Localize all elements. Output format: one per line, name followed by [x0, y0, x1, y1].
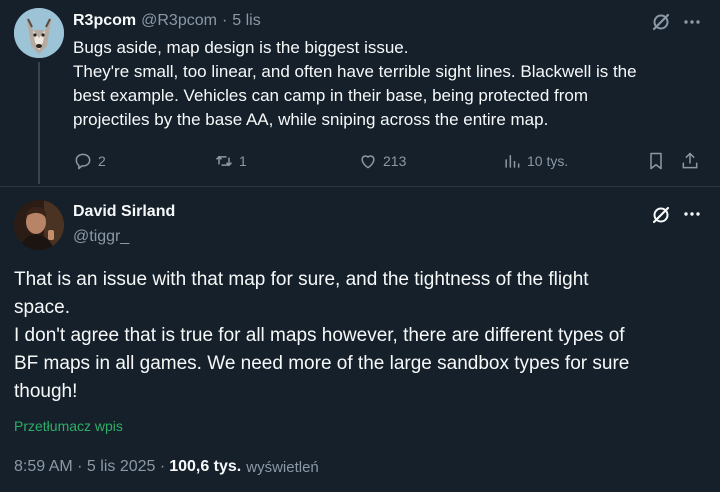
reply-button[interactable]: 2	[73, 150, 106, 172]
repost-button[interactable]: 1	[214, 150, 247, 172]
views-total[interactable]: 100,6 tys.	[169, 458, 241, 476]
bookmark-icon	[646, 151, 666, 171]
reply-time[interactable]: 5 lis	[232, 12, 260, 30]
reply-text-line: projectiles by the base AA, while snipin…	[73, 110, 549, 129]
reply-body: Bugs aside, map design is the biggest is…	[73, 36, 713, 132]
share-button[interactable]	[680, 150, 700, 172]
timestamp[interactable]: 8:59 AM · 5 lis 2025 ·	[14, 458, 165, 476]
repost-icon	[214, 151, 234, 171]
more-icon[interactable]	[682, 12, 702, 32]
grok-icon[interactable]	[651, 205, 671, 225]
views-count: 10 tys.	[527, 153, 569, 169]
like-count: 213	[383, 153, 407, 169]
translate-link[interactable]: Przetłumacz wpis	[14, 418, 123, 434]
grok-icon[interactable]	[651, 12, 671, 32]
main-text-line: I don't agree that is true for all maps …	[14, 325, 625, 346]
main-author-name[interactable]: David Sirland	[73, 203, 175, 221]
avatar[interactable]	[14, 200, 64, 250]
bookmark-button[interactable]	[646, 150, 666, 172]
main-text-line: though!	[14, 381, 78, 402]
reply-tweet[interactable]: R3pcom @R3pcom · 5 lis Bugs aside, map d…	[0, 0, 720, 186]
separator-dot: ·	[221, 12, 228, 29]
avatar[interactable]	[14, 8, 64, 58]
main-text-line: space.	[14, 297, 70, 318]
reply-text-line: best example. Vehicles can camp in their…	[73, 86, 589, 105]
like-button[interactable]: 213	[358, 150, 406, 172]
tweet-meta: 8:59 AM · 5 lis 2025 · 100,6 tys. wyświe…	[14, 458, 319, 476]
more-icon[interactable]	[682, 204, 702, 224]
repost-count: 1	[239, 153, 247, 169]
like-icon	[358, 151, 378, 171]
main-author-handle[interactable]: @tiggr_	[73, 228, 129, 246]
main-body: That is an issue with that map for sure,…	[14, 266, 714, 406]
share-icon	[680, 151, 700, 171]
divider	[0, 186, 720, 187]
reply-icon	[73, 151, 93, 171]
views-icon	[502, 151, 522, 171]
reply-text-line: They're small, too linear, and often hav…	[73, 62, 637, 81]
reply-text-line: Bugs aside, map design is the biggest is…	[73, 38, 409, 57]
reply-author-name[interactable]: R3pcom	[73, 12, 136, 30]
main-text-line: BF maps in all games. We need more of th…	[14, 353, 630, 374]
reply-action-bar: 2 1 213 10 tys.	[0, 150, 720, 172]
views-button[interactable]: 10 tys.	[502, 150, 568, 172]
main-text-line: That is an issue with that map for sure,…	[14, 269, 589, 290]
views-label: wyświetleń	[246, 458, 319, 476]
reply-header: R3pcom @R3pcom · 5 lis	[73, 10, 261, 32]
tweet-thread-page: R3pcom @R3pcom · 5 lis Bugs aside, map d…	[0, 0, 720, 492]
reply-author-handle[interactable]: @R3pcom	[141, 12, 217, 30]
reply-count: 2	[98, 153, 106, 169]
